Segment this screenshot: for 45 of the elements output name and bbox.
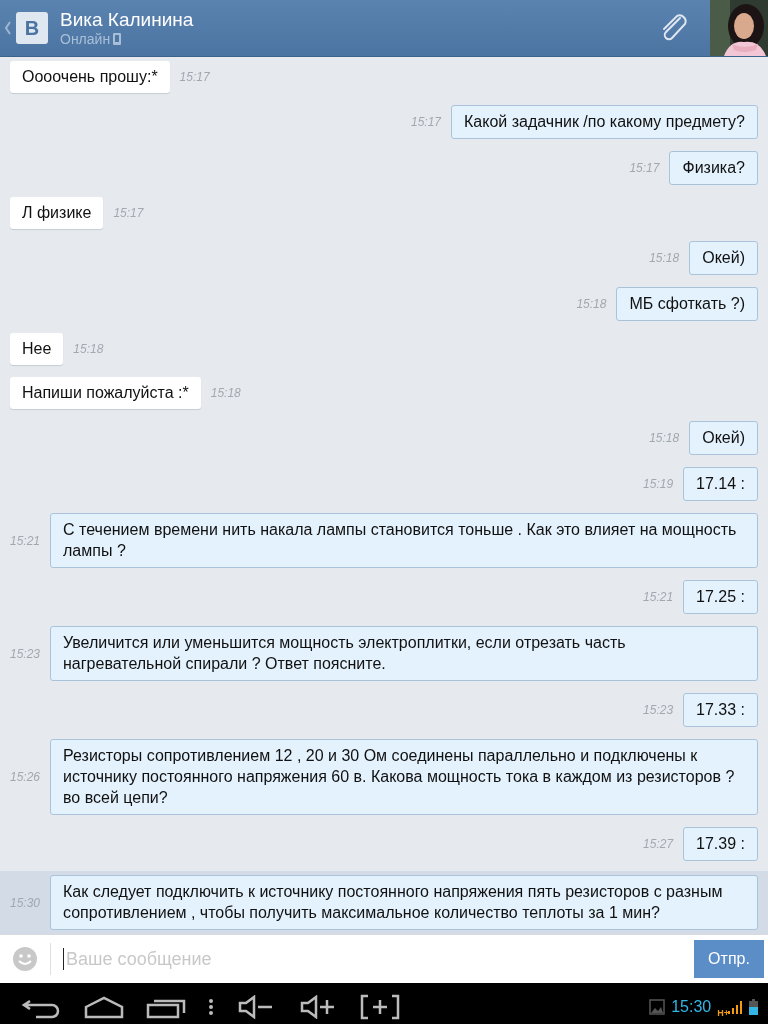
- incoming-message-bubble[interactable]: Л физике: [10, 197, 104, 229]
- outgoing-message-bubble[interactable]: Резисторы сопротивлением 12 , 20 и 30 Ом соединены параллельно и подключены к источнику постоянного напряжения 60 в. Какова мощность тока в каждом из резисторов ? во всей цепи?: [50, 739, 758, 815]
- message-time: 15:17: [179, 70, 210, 84]
- message-time: 15:18: [576, 297, 607, 311]
- image-icon: [649, 999, 666, 1015]
- message-time: 15:17: [411, 115, 441, 129]
- contact-name: Вика Калинина: [60, 9, 195, 31]
- message-time: 15:19: [643, 477, 674, 491]
- network-type: H+: [717, 1008, 729, 1018]
- message-time: 15:26: [10, 770, 41, 784]
- outgoing-message-bubble[interactable]: Физика?: [669, 151, 758, 185]
- outgoing-message-bubble[interactable]: 17.25 :: [683, 580, 758, 614]
- outgoing-message-bubble[interactable]: МБ сфоткать ?): [616, 287, 758, 321]
- incoming-message-bubble[interactable]: Оооочень прошу:*: [10, 61, 170, 93]
- screenshot-icon[interactable]: [360, 994, 400, 1020]
- message-time: 15:27: [643, 837, 674, 851]
- outgoing-message-bubble[interactable]: 17.39 :: [683, 827, 758, 861]
- message-time: 15:17: [113, 206, 144, 220]
- message-time: 15:17: [629, 161, 660, 175]
- home-icon[interactable]: [84, 995, 124, 1019]
- message-time: 15:21: [10, 533, 41, 548]
- message-time: 15:18: [73, 342, 104, 356]
- message-time: 15:18: [210, 386, 241, 400]
- outgoing-message-bubble[interactable]: Окей): [689, 421, 758, 455]
- clock: 15:30: [671, 998, 712, 1016]
- message-time: 15:18: [649, 431, 680, 445]
- outgoing-message-bubble[interactable]: Как следует подключить к источнику постоянного напряжения пять резисторов с разным сопротивлением , чтобы получить максимальное количество теплоты за 1 мин?: [50, 875, 758, 930]
- online-status: Онлайн: [60, 31, 111, 47]
- outgoing-message-bubble[interactable]: 17.14 :: [683, 467, 758, 501]
- outgoing-message-bubble[interactable]: 17.33 :: [683, 693, 758, 727]
- outgoing-message-bubble[interactable]: С течением времени нить накала лампы становится тоньше . Как это влияет на мощность лампы ?: [50, 513, 758, 568]
- outgoing-message-bubble[interactable]: Увеличится или уменьшится мощность электроплитки, если отрезать часть нагревательной спирали ? Ответ поясните.: [50, 626, 758, 681]
- phone-icon: [113, 33, 122, 45]
- outgoing-message-bubble[interactable]: Окей): [689, 241, 758, 275]
- signal-icon: [727, 999, 743, 1015]
- incoming-message-bubble[interactable]: Напиши пожалуйста :*: [10, 377, 201, 409]
- outgoing-message-bubble[interactable]: Какой задачник /по какому предмету?: [451, 105, 758, 139]
- incoming-message-bubble[interactable]: Нее: [10, 333, 64, 365]
- message-time: 15:23: [10, 646, 41, 661]
- message-time: 15:21: [643, 590, 674, 604]
- menu-icon[interactable]: [208, 998, 214, 1016]
- app-logo[interactable]: В: [16, 12, 48, 44]
- message-time: 15:18: [649, 251, 680, 265]
- message-time: 15:23: [643, 703, 674, 717]
- battery-icon: [749, 999, 758, 1015]
